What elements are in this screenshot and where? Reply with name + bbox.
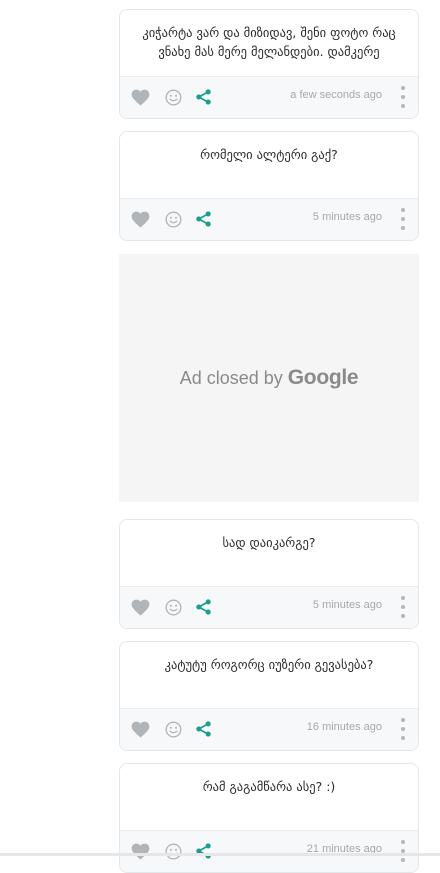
post-card: სად დაიკარგე? 5 minutes ago	[119, 519, 419, 629]
post-timestamp: 16 minutes ago	[306, 721, 382, 733]
share-icon[interactable]	[193, 209, 213, 229]
heart-icon[interactable]	[130, 719, 150, 739]
heart-icon[interactable]	[130, 209, 150, 229]
smile-icon[interactable]	[163, 597, 183, 617]
ad-closed-text: Ad closed by	[179, 367, 283, 388]
post-footer: a few seconds ago	[120, 76, 418, 118]
post-footer: 5 minutes ago	[120, 586, 418, 628]
post-card: რამ გაგამწარა ასე? :) 21 minutes ago	[119, 763, 419, 873]
post-footer: 21 minutes ago	[120, 830, 418, 872]
post-text: რომელი ალტერი გაქ?	[200, 147, 338, 162]
post-timestamp: 5 minutes ago	[312, 599, 382, 611]
more-vertical-icon[interactable]	[399, 208, 407, 230]
smile-icon[interactable]	[163, 841, 183, 861]
heart-icon[interactable]	[130, 87, 150, 107]
share-icon[interactable]	[193, 597, 213, 617]
ad-closed-banner: Ad closed by Google	[119, 254, 419, 502]
heart-icon[interactable]	[130, 597, 150, 617]
more-vertical-icon[interactable]	[399, 596, 407, 618]
post-footer: 5 minutes ago	[120, 198, 418, 240]
share-icon[interactable]	[193, 841, 213, 861]
post-card: კატუტუ როგორც იუზერი გევასება? 16 minute…	[119, 641, 419, 751]
share-icon[interactable]	[193, 719, 213, 739]
share-icon[interactable]	[193, 87, 213, 107]
google-logo: Google	[287, 366, 359, 389]
more-vertical-icon[interactable]	[399, 718, 407, 740]
more-vertical-icon[interactable]	[399, 86, 407, 108]
smile-icon[interactable]	[163, 209, 183, 229]
post-card: კიჭარტა ვარ და მიზიდავ, შენი ფოტო რაც ვნ…	[119, 9, 419, 119]
post-footer: 16 minutes ago	[120, 708, 418, 750]
post-text: კატუტუ როგორც იუზერი გევასება?	[164, 657, 374, 672]
heart-icon[interactable]	[130, 841, 150, 861]
more-vertical-icon[interactable]	[399, 840, 407, 862]
smile-icon[interactable]	[163, 87, 183, 107]
post-text: რამ გაგამწარა ასე? :)	[202, 779, 336, 794]
post-card: რომელი ალტერი გაქ? 5 minutes ago	[119, 131, 419, 241]
smile-icon[interactable]	[163, 719, 183, 739]
post-timestamp: a few seconds ago	[290, 89, 382, 101]
post-text: კიჭარტა ვარ და მიზიდავ, შენი ფოტო რაც ვნ…	[142, 25, 396, 59]
post-text: სად დაიკარგე?	[222, 535, 316, 550]
post-timestamp: 5 minutes ago	[312, 211, 382, 223]
